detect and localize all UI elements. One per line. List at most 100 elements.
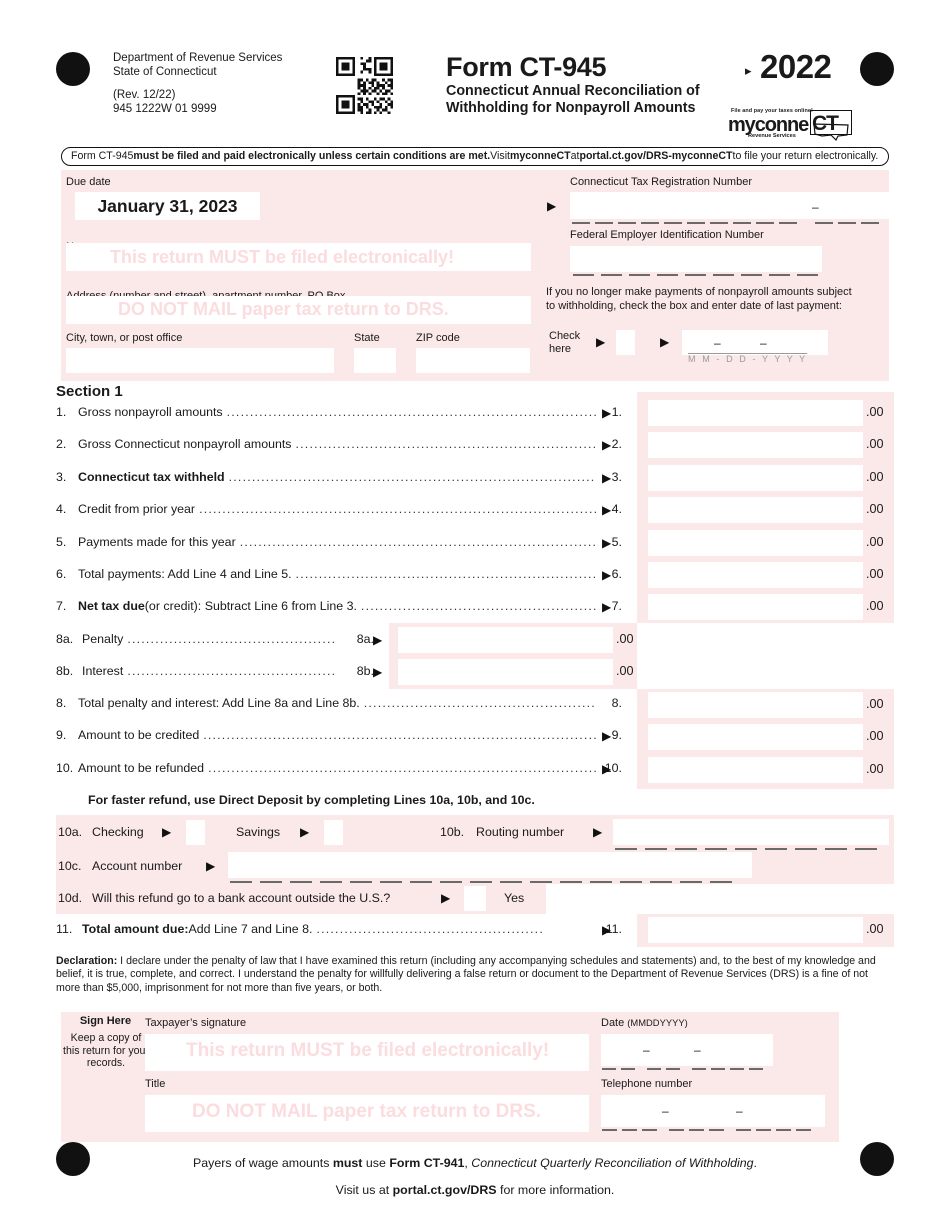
line-6-number: 6. [56, 567, 67, 581]
line-3-arrow-icon: ▶ [602, 471, 612, 485]
line-4-amount-input[interactable] [648, 497, 863, 523]
line-8b-number: 8b. [56, 664, 74, 678]
savings-arrow-icon: ▶ [300, 825, 310, 839]
line-5-leader: ........................................… [239, 535, 596, 549]
line-11-label: Add Line 7 and Line 8. [188, 922, 313, 936]
efile-text-4: to file your return electronically. [732, 150, 879, 162]
taxpayer-signature-input[interactable] [145, 1034, 589, 1071]
line-9-arrow-icon: ▶ [602, 729, 612, 743]
line-6-amount-input[interactable] [648, 562, 863, 588]
keep-copy-note: Keep a copy of this return for your reco… [63, 1032, 149, 1070]
line-11-number: 11. [56, 922, 73, 936]
line-8b-ref: 8b. [356, 664, 374, 678]
agency-line-2: State of Connecticut [113, 65, 217, 78]
line-7-cents: .00 [866, 599, 884, 613]
line-9-leader: ........................................… [203, 728, 596, 742]
checking-label: Checking [92, 825, 144, 839]
line-11-arrow-icon: ▶ [602, 923, 612, 937]
telephone-dash-2: – [736, 1104, 743, 1118]
line-8-amount-input[interactable] [648, 692, 863, 718]
footer-url-link[interactable]: portal.ct.gov/DRS [393, 1183, 497, 1197]
line-4-cents: .00 [866, 502, 884, 516]
outside-us-checkbox[interactable] [464, 886, 486, 911]
checking-checkbox[interactable] [186, 820, 205, 845]
line-9-label: Amount to be credited [78, 728, 200, 742]
line-7-amount-input[interactable] [648, 594, 863, 620]
footer-form-link[interactable]: Form CT-941 [389, 1156, 464, 1170]
city-input[interactable] [66, 348, 334, 373]
line-8-row: 8. Total penalty and interest: Add Line … [56, 696, 622, 710]
line-7-row: 7. Net tax due (or credit): Subtract Lin… [56, 599, 622, 613]
signature-date-input[interactable] [601, 1034, 773, 1066]
city-label: City, town, or post office [66, 332, 183, 344]
logo-subtitle: Revenue Services [748, 133, 796, 139]
routing-number-input[interactable] [613, 819, 889, 845]
sign-here-label: Sign Here [79, 1015, 132, 1027]
last-payment-date-mask: M M - D D - Y Y Y Y [688, 354, 808, 364]
account-number-ticks [230, 881, 732, 883]
form-code: 945 1222W 01 9999 [113, 102, 217, 115]
footer-text-a: Payers of wage amounts [193, 1156, 333, 1170]
line-1-leader: ........................................… [226, 405, 596, 419]
line-8b-label: Interest [82, 664, 124, 678]
line-6-label: Total payments: Add Line 4 and Line 5. [78, 567, 292, 581]
line-1-amount-input[interactable] [648, 400, 863, 426]
name-input[interactable] [66, 243, 531, 271]
telephone-input[interactable] [601, 1095, 825, 1127]
line-2-row: 2. Gross Connecticut nonpayroll amounts … [56, 437, 622, 451]
line-1-cents: .00 [866, 405, 884, 419]
line-5-arrow-icon: ▶ [602, 536, 612, 550]
date-label-text: Date [601, 1017, 628, 1029]
line-7-arrow-icon: ▶ [602, 600, 612, 614]
line-6-leader: ........................................… [295, 567, 596, 581]
footer-text-d: . [753, 1156, 757, 1170]
account-number-input[interactable] [228, 852, 752, 878]
year-arrow-icon: ▸ [745, 63, 752, 78]
ct-registration-arrow-icon: ▶ [547, 199, 557, 213]
footer-line-2: Visit us at portal.ct.gov/DRS for more i… [0, 1183, 950, 1197]
line-3-amount-input[interactable] [648, 465, 863, 491]
qr-code-icon [336, 57, 393, 114]
line-8a-amount-input[interactable] [398, 627, 613, 653]
footer-more-info: for more information. [496, 1183, 615, 1197]
efile-requirement-banner: Form CT-945 must be filed and paid elect… [61, 147, 889, 166]
agency-name: Department of Revenue Services State of … [113, 52, 282, 79]
line-11-cents: .00 [866, 922, 884, 936]
line-2-cents: .00 [866, 437, 884, 451]
savings-checkbox[interactable] [324, 820, 343, 845]
line-10c-number: 10c. [58, 859, 82, 873]
ct-registration-input[interactable] [570, 192, 890, 219]
date-label: Date (MMDDYYYY) [601, 1017, 688, 1029]
line-8-cents: .00 [866, 697, 884, 711]
line-8a-number: 8a. [56, 632, 74, 646]
line-5-row: 5. Payments made for this year .........… [56, 535, 622, 549]
line-7-label: (or credit): Subtract Line 6 from Line 3… [144, 599, 357, 613]
taxpayer-signature-label: Taxpayer’s signature [145, 1017, 247, 1029]
declaration-text: Declaration: I declare under the penalty… [56, 955, 894, 995]
line-9-amount-input[interactable] [648, 724, 863, 750]
line-9-number: 9. [56, 728, 67, 742]
line-8b-leader: ........................................… [127, 664, 337, 678]
fein-input[interactable] [570, 246, 822, 272]
ct-registration-dash: – [812, 200, 819, 214]
line-2-amount-input[interactable] [648, 432, 863, 458]
state-label: State [354, 332, 380, 344]
line-8b-amount-input[interactable] [398, 659, 613, 685]
address-input[interactable] [66, 296, 531, 324]
cease-checkbox[interactable] [616, 330, 635, 355]
signature-date-dash-2: – [694, 1043, 701, 1057]
routing-number-arrow-icon: ▶ [593, 825, 603, 839]
line-8b-row: 8b. Interest ...........................… [56, 664, 374, 678]
title-input[interactable] [145, 1095, 589, 1132]
line-6-row: 6. Total payments: Add Line 4 and Line 5… [56, 567, 622, 581]
state-input[interactable] [354, 348, 396, 373]
zip-input[interactable] [416, 348, 530, 373]
last-payment-date-input[interactable] [682, 330, 828, 355]
line-8a-arrow-icon: ▶ [373, 633, 383, 647]
line-10-amount-input[interactable] [648, 757, 863, 783]
line-5-amount-input[interactable] [648, 530, 863, 556]
line-8b-arrow-icon: ▶ [373, 665, 383, 679]
efile-link-portal[interactable]: portal.ct.gov/DRS-myconneCT [579, 148, 732, 165]
line-11-amount-input[interactable] [648, 917, 863, 943]
revision-info: (Rev. 12/22) 945 1222W 01 9999 [113, 89, 217, 116]
